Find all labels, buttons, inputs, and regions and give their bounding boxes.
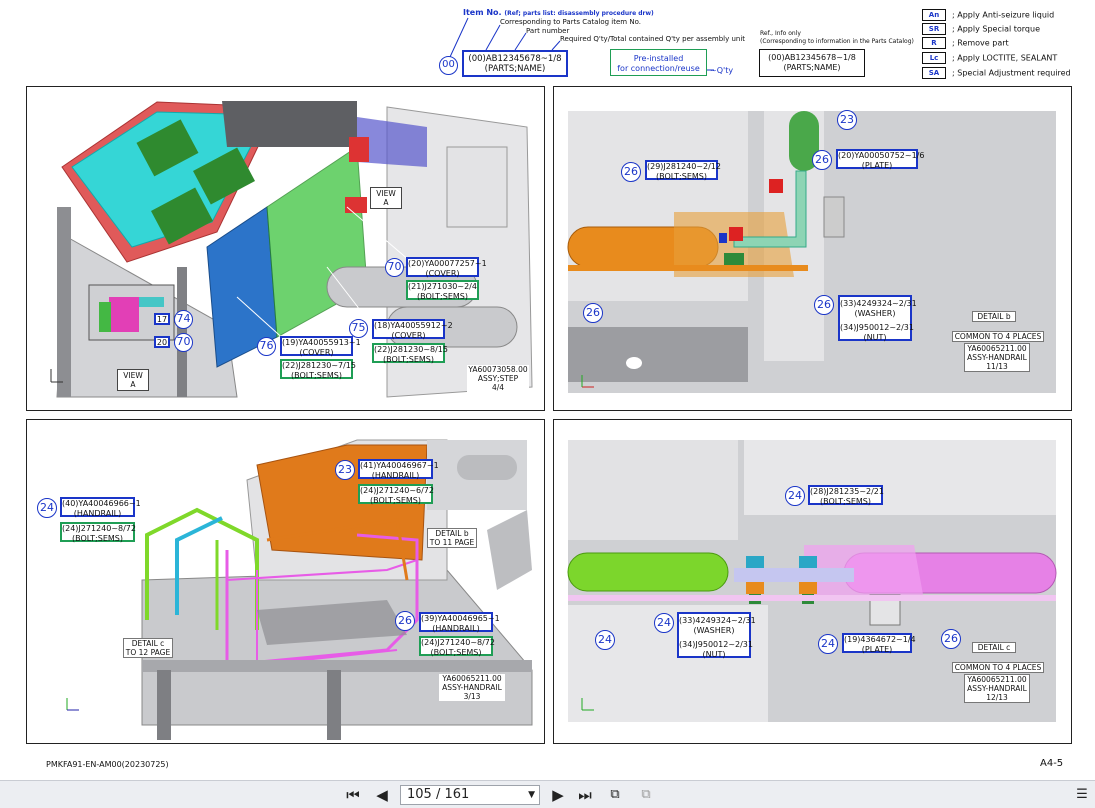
sample-part-box: (00)AB12345678~1/8 (PARTS;NAME) — [462, 50, 568, 77]
callout-26c: 26 — [583, 303, 603, 323]
single-page-view-icon[interactable]: ⧉ — [605, 786, 625, 804]
code-an: An — [922, 9, 946, 21]
chevron-down-icon: ▼ — [528, 790, 535, 800]
document-page: Item No. (Ref; parts list: disassembly p… — [0, 0, 1095, 780]
code-r: R — [922, 37, 946, 49]
detail-b-ref: DETAIL b TO 11 PAGE — [427, 528, 477, 548]
panel-handrail-assembly: 24 (40)YA40046966~1 (HANDRAIL) (24)J27124… — [26, 419, 545, 744]
part-20-plate: (20)YA00050752~1/6 (PLATE) — [836, 149, 925, 170]
view-a-label-top: VIEW A — [370, 187, 402, 209]
first-page-button[interactable]: ⏮ — [343, 786, 363, 804]
part-19-cover: (19)YA40055913~1 (COVER) — [280, 336, 361, 357]
code-r-desc: ; Remove part — [952, 38, 1009, 48]
callout-26b: 26 — [812, 150, 832, 170]
callout-24b: 24 — [595, 630, 615, 650]
detail-c-label: DETAIL c — [972, 642, 1016, 653]
sample-part-number: (00)AB12345678~1/8 — [468, 54, 562, 64]
code-row-r: R ; Remove part — [922, 37, 1009, 49]
document-code: PMKFA91-EN-AM00(20230725) — [46, 760, 169, 769]
part-39-handrail: (39)YA40046965~1 (HANDRAIL) — [419, 612, 500, 633]
part-22-bolt: (22)J281230~8/15 (BOLT;SEMS) — [372, 343, 448, 364]
callout-23-p3: 23 — [335, 460, 355, 480]
callout-24: 24 — [37, 498, 57, 518]
callout-76: 76 — [257, 337, 276, 356]
sample-part-name: (PARTS;NAME) — [484, 64, 546, 74]
detail-b-label: DETAIL b — [972, 311, 1016, 322]
code-sa: SA — [922, 67, 946, 79]
common-4-places-c: COMMON TO 4 PLACES — [952, 662, 1044, 673]
previous-page-button[interactable]: ◀ — [372, 786, 392, 804]
ref-info-title: Ref., Info only — [760, 30, 801, 37]
callout-26-p4: 26 — [941, 629, 961, 649]
code-row-sr: SR ; Apply Special torque — [922, 23, 1040, 35]
ref-info-note: (Corresponding to information in the Par… — [760, 38, 914, 45]
code-sr-desc: ; Apply Special torque — [952, 24, 1040, 34]
assy-handrail-12: YA60065211.00 ASSY-HANDRAIL 12/13 — [964, 674, 1030, 703]
part-28-bolt: (28)J281235~2/21 (BOLT;SEMS) — [808, 485, 884, 506]
assy-handrail-3: YA60065211.00 ASSY-HANDRAIL 3/13 — [439, 674, 505, 701]
next-page-button[interactable]: ▶ — [548, 786, 568, 804]
qty-note: ~Q'ty — [710, 66, 734, 75]
page-number-display: 105 / 161 — [407, 787, 470, 802]
item-circle-sample: 00 — [439, 56, 458, 75]
part-22b-bolt: (22)J281230~7/15 (BOLT;SEMS) — [280, 359, 356, 380]
part-24-bolt-a: (24)J271240~8/72 (BOLT;SEMS) — [60, 522, 136, 543]
page-label: A4-5 — [1040, 758, 1064, 769]
assy-step-note: YA60073058.00 ASSY;STEP 4/4 — [467, 365, 529, 392]
part-29-bolt: (29)J281240~2/12 (BOLT;SEMS) — [645, 160, 721, 181]
two-page-view-icon[interactable]: ⧉ — [636, 786, 656, 804]
callout-26-p3: 26 — [395, 611, 415, 631]
code-row-sa: SA ; Special Adjustment required — [922, 67, 1071, 79]
callout-70b: 70 — [174, 333, 193, 352]
part-33-34-group-c: (33)4249324~2/31 (WASHER) (34)J950012~2/3… — [677, 612, 756, 659]
code-lc: Lc — [922, 52, 946, 64]
callout-24a: 24 — [785, 486, 805, 506]
part-33-34-group: (33)4249324~2/31 (WASHER) (34)J950012~2/3… — [838, 295, 917, 342]
page-selector[interactable]: 105 / 161 ▼ — [400, 785, 540, 805]
panel-step-assembly: VIEW A VIEW A 70 (20)YA00077257~1 (COVER)… — [26, 86, 545, 411]
code-an-desc: ; Apply Anti-seizure liquid — [952, 10, 1055, 20]
code-row-lc: Lc ; Apply LOCTITE, SEALANT — [922, 52, 1057, 64]
panel-detail-b: 23 26 (29)J281240~2/12 (BOLT;SEMS) 26 (20… — [553, 86, 1072, 411]
detail-c-ref: DETAIL c TO 12 PAGE — [123, 638, 173, 658]
callout-74: 74 — [174, 310, 193, 329]
code-lc-desc: ; Apply LOCTITE, SEALANT — [952, 53, 1058, 63]
sidebar-toggle-icon[interactable]: ☰ — [1072, 786, 1092, 804]
part-19-plate: (19)4364672~1/4 (PLATE) — [842, 633, 916, 654]
part-17-small: 17 — [154, 313, 170, 325]
callout-26d: 26 — [814, 295, 834, 315]
ref-sample-name: (PARTS;NAME) — [783, 63, 841, 72]
callout-24c: 24 — [654, 613, 674, 633]
view-a-label-bottom: VIEW A — [117, 369, 149, 391]
part-40-handrail: (40)YA40046966~1 (HANDRAIL) — [60, 497, 141, 518]
preinstalled-box: Pre-installed for connection/reuse — [610, 49, 707, 76]
code-row-an: An ; Apply Anti-seizure liquid — [922, 9, 1054, 21]
last-page-button[interactable]: ⏭ — [575, 786, 595, 804]
callout-23: 23 — [837, 110, 857, 130]
callout-24d: 24 — [818, 634, 838, 654]
part-20-cover: (20)YA00077257~1 (COVER) — [406, 257, 487, 278]
part-24-bolt-b: (24)J271240~6/72 (BOLT;SEMS) — [358, 484, 434, 505]
viewer-toolbar: ⏮ ◀ 105 / 161 ▼ ▶ ⏭ ⧉ ⧉ ☰ — [0, 780, 1095, 808]
preinstalled-line1: Pre-installed — [633, 54, 684, 63]
part-24-bolt-c: (24)J271240~8/72 (BOLT;SEMS) — [419, 636, 495, 657]
common-4-places: COMMON TO 4 PLACES — [952, 331, 1044, 342]
ref-sample-box: (00)AB12345678~1/8 (PARTS;NAME) — [759, 49, 865, 77]
preinstalled-line2: for connection/reuse — [617, 64, 700, 73]
code-sr: SR — [922, 23, 946, 35]
part-41-handrail: (41)YA40046967~1 (HANDRAIL) — [358, 459, 439, 480]
callout-26a: 26 — [621, 162, 641, 182]
part-20-small: 20 — [154, 336, 170, 348]
ref-sample-number: (00)AB12345678~1/8 — [768, 53, 856, 62]
code-sa-desc: ; Special Adjustment required — [952, 68, 1071, 78]
assy-handrail-11: YA60065211.00 ASSY-HANDRAIL 11/13 — [964, 343, 1030, 372]
callout-70: 70 — [385, 258, 404, 277]
part-18-cover: (18)YA40055912~2 (COVER) — [372, 319, 453, 340]
part-21-bolt: (21)J271030~2/4 (BOLT;SEMS) — [406, 280, 479, 301]
panel-detail-c: 24 (28)J281235~2/21 (BOLT;SEMS) 24 24 (33… — [553, 419, 1072, 744]
